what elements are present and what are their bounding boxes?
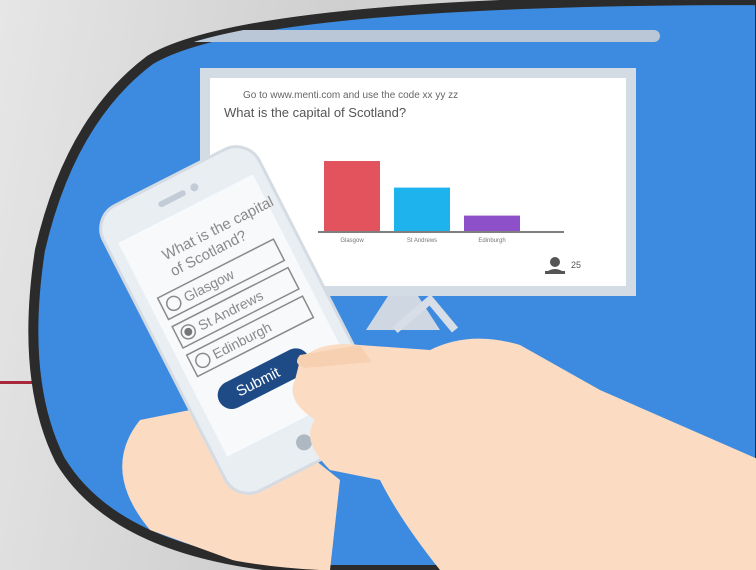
bar-st-andrews	[394, 187, 450, 231]
bar-edinburgh	[464, 215, 520, 231]
menti-illustration: Glasgow St Andrews Edinburgh What is the…	[28, 0, 756, 570]
top-bar	[190, 30, 660, 42]
screen-instruction: Go to www.menti.com and use the code xx …	[243, 90, 458, 101]
participant-count: 25	[571, 260, 581, 270]
bar-glasgow	[324, 161, 380, 231]
screen-question: What is the capital of Scotland?	[224, 105, 406, 120]
tick-label-glasgow: Glasgow	[340, 238, 364, 244]
tick-label-st-andrews: St Andrews	[407, 238, 437, 244]
tick-label-edinburgh: Edinburgh	[478, 238, 505, 244]
